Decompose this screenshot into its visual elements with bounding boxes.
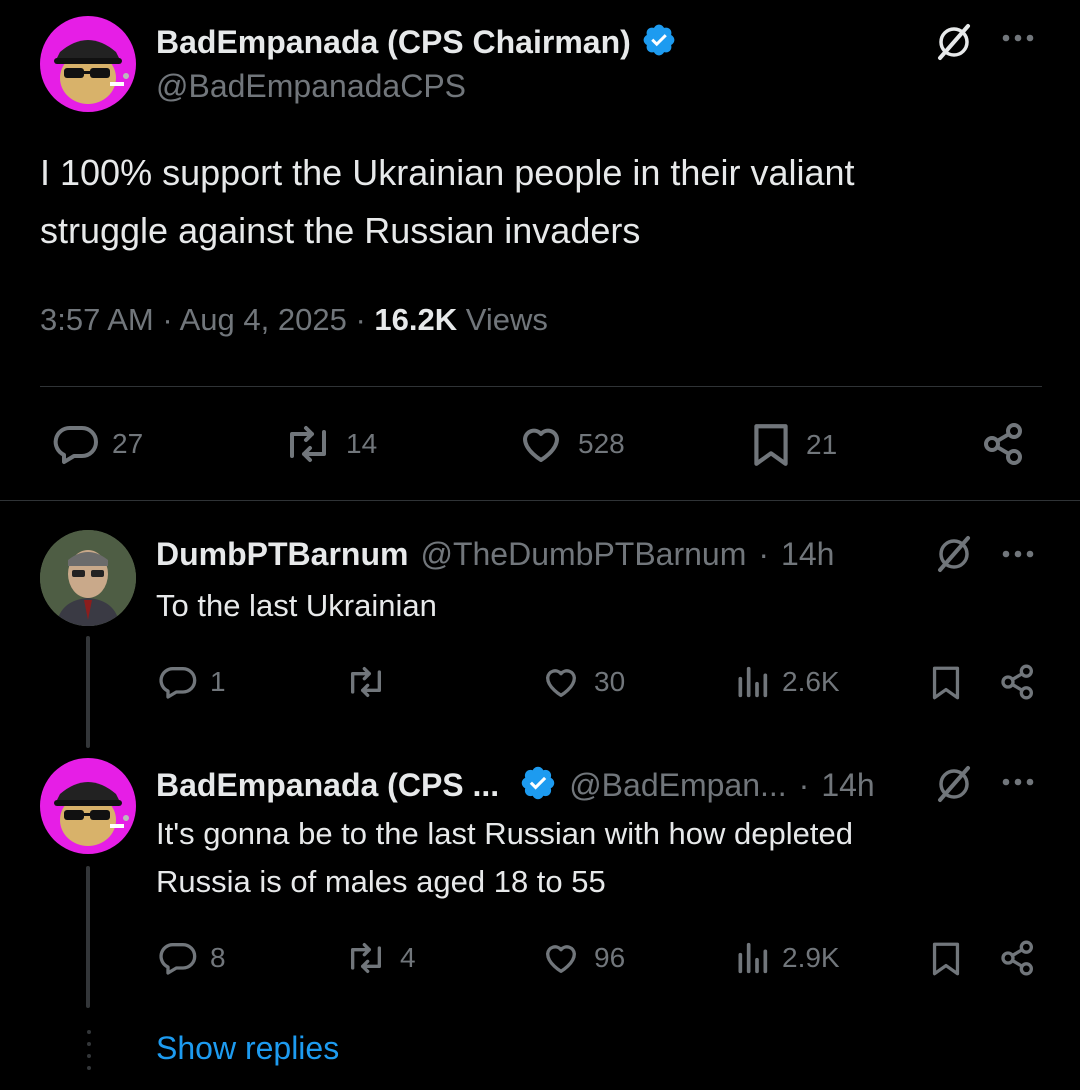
like-button[interactable]: 528 (516, 420, 625, 468)
reply-count: 27 (112, 428, 144, 459)
reply-text-line: It's gonna be to the last Russian with h… (156, 816, 853, 851)
show-replies-link[interactable]: Show replies (156, 1030, 339, 1067)
reply-author-handle[interactable]: @BadEmpan... (569, 767, 786, 804)
verified-badge-icon (519, 764, 557, 807)
grok-icon[interactable] (934, 764, 974, 804)
views-count: 16.2K (374, 302, 458, 337)
like-icon (540, 938, 582, 978)
like-count: 96 (594, 942, 626, 973)
share-icon (980, 420, 1028, 468)
grok-icon[interactable] (934, 534, 974, 574)
avatar-dumbptbarnum[interactable] (40, 530, 136, 626)
repost-icon (344, 662, 388, 702)
views-count: 2.9K (782, 942, 840, 973)
views-button[interactable]: 2.6K (734, 662, 840, 702)
repost-count: 4 (400, 942, 416, 973)
bookmark-button[interactable]: 21 (748, 420, 837, 470)
reply-button[interactable]: 27 (52, 420, 143, 468)
repost-button[interactable]: 4 (344, 938, 416, 978)
reply-button[interactable]: 8 (158, 938, 226, 978)
tweet-time[interactable]: 3:57 AM (40, 302, 154, 337)
share-button[interactable] (998, 662, 1038, 702)
repost-count: 14 (346, 428, 378, 459)
tweet-text-line: I 100% support the Ukrainian people in t… (40, 152, 855, 193)
bookmark-icon (928, 662, 964, 704)
views-label: Views (465, 302, 548, 337)
views-button[interactable]: 2.9K (734, 938, 840, 978)
reply-icon (158, 662, 198, 702)
divider (40, 386, 1042, 387)
thread-dots (86, 1028, 92, 1077)
bookmark-count: 21 (806, 429, 838, 460)
views-icon (734, 938, 770, 978)
like-icon (516, 420, 566, 468)
reply-icon (158, 938, 198, 978)
reply-count: 1 (210, 666, 226, 697)
tweet-text-line: struggle against the Russian invaders (40, 210, 641, 251)
avatar-badempanada[interactable] (40, 16, 136, 112)
bookmark-icon (928, 938, 964, 980)
repost-button[interactable] (344, 662, 388, 702)
share-icon (998, 938, 1038, 978)
bookmark-icon (748, 420, 794, 470)
bookmark-button[interactable] (928, 662, 964, 704)
share-button[interactable] (980, 420, 1028, 468)
share-button[interactable] (998, 938, 1038, 978)
tweet-date[interactable]: Aug 4, 2025 (180, 302, 347, 337)
verified-badge-icon (641, 22, 677, 63)
bookmark-button[interactable] (928, 938, 964, 980)
author-handle[interactable]: @BadEmpanadaCPS (156, 68, 466, 105)
reply-author-name[interactable]: DumbPTBarnum (156, 536, 408, 573)
like-icon (540, 662, 582, 702)
repost-icon (282, 420, 334, 468)
reply-text: To the last Ukrainian (156, 588, 437, 623)
reply-text-line: Russia is of males aged 18 to 55 (156, 864, 606, 899)
reply-age[interactable]: 14h (821, 767, 874, 804)
author-display-name[interactable]: BadEmpanada (CPS Chairman) (156, 24, 631, 61)
repost-button[interactable]: 14 (282, 420, 377, 468)
tweet-text: I 100% support the Ukrainian people in t… (40, 144, 855, 260)
views-count: 2.6K (782, 666, 840, 697)
separator-dot: · (798, 767, 810, 803)
tweet-meta: 3:57 AM · Aug 4, 2025 · 16.2K Views (40, 302, 548, 337)
like-button[interactable]: 30 (540, 662, 625, 702)
separator-dot: · (758, 536, 770, 572)
reply-age[interactable]: 14h (781, 536, 834, 573)
reply-text: It's gonna be to the last Russian with h… (156, 810, 853, 906)
reply-author-name[interactable]: BadEmpanada (CPS ... (156, 767, 499, 804)
like-button[interactable]: 96 (540, 938, 625, 978)
thread-line (86, 636, 90, 748)
divider (0, 500, 1080, 501)
reply-author-handle[interactable]: @TheDumbPTBarnum (420, 536, 746, 573)
reply-icon (52, 420, 100, 468)
reply-count: 8 (210, 942, 226, 973)
avatar-badempanada[interactable] (40, 758, 136, 854)
reply-button[interactable]: 1 (158, 662, 226, 702)
share-icon (998, 662, 1038, 702)
grok-icon[interactable] (934, 22, 974, 62)
thread-line (86, 866, 90, 1008)
repost-icon (344, 938, 388, 978)
views-icon (734, 662, 770, 702)
like-count: 528 (578, 428, 625, 459)
more-icon[interactable] (1000, 544, 1036, 564)
more-icon[interactable] (1000, 772, 1036, 792)
more-icon[interactable] (1000, 28, 1036, 48)
like-count: 30 (594, 666, 626, 697)
